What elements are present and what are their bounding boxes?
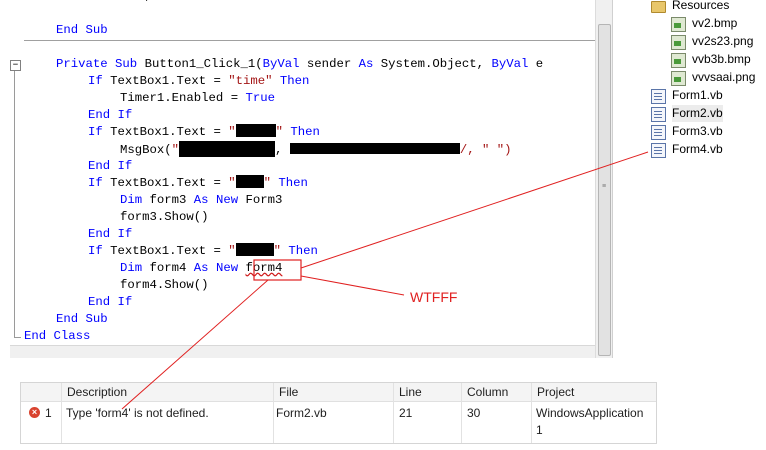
column-separator <box>61 383 62 443</box>
redaction <box>289 143 460 154</box>
tree-item-label: Form3.vb <box>672 124 723 138</box>
outline-end <box>14 337 21 338</box>
image-file-icon <box>671 53 686 68</box>
editor-margin <box>0 0 12 358</box>
vb-form-icon <box>651 107 666 122</box>
column-separator <box>531 383 532 443</box>
tree-item-label: Form1.vb <box>672 88 723 102</box>
tree-item-label: vv2.bmp <box>692 16 738 30</box>
code-line-if-time: If TextBox1.Text = "time" Then <box>88 74 310 88</box>
tree-item-label: Resources <box>672 0 730 12</box>
folder-icon <box>651 1 666 13</box>
method-separator <box>24 40 595 41</box>
grip-icon: ≡ <box>602 183 607 190</box>
code-line-end-if-3: End If <box>88 227 133 241</box>
code-line-form3-show: form3.Show() <box>120 210 209 224</box>
code-line-dim-form3: Dim form3 As New Form3 <box>120 193 283 207</box>
error-project-line1: WindowsApplication <box>536 406 644 420</box>
column-header-column[interactable]: Column <box>467 383 508 401</box>
annotation-text: WTFFF <box>410 289 458 305</box>
vb-form-icon <box>651 89 666 104</box>
column-header-project[interactable]: Project <box>537 383 574 401</box>
column-separator <box>461 383 462 443</box>
error-line[interactable]: 21 <box>399 405 412 422</box>
error-list: Description File Line Column Project × 1… <box>20 382 657 444</box>
tree-item-label: Form2.vb <box>672 105 723 122</box>
horizontal-scrollbar[interactable] <box>10 345 595 358</box>
code-line-form4-show: form4.Show() <box>120 278 209 292</box>
code-line-partial: , <box>56 0 240 5</box>
error-description[interactable]: Type 'form4' is not defined. <box>66 405 209 422</box>
collapse-icon[interactable]: − <box>10 60 21 71</box>
image-file-icon <box>671 17 686 32</box>
code-line-end-sub-2: End Sub <box>56 312 108 326</box>
error-file[interactable]: Form2.vb <box>276 405 327 422</box>
code-line-msgbox: MsgBox(", /, " ") <box>120 141 512 157</box>
pane-divider[interactable] <box>612 0 621 358</box>
solution-explorer: Resources vv2.bmp vv2s23.png vvb3b.bmp v… <box>621 0 766 165</box>
code-editor[interactable]: , End Sub − Private Sub Button1_Click_1(… <box>0 0 595 358</box>
code-line-if-redacted-1: If TextBox1.Text = " " Then <box>88 124 320 139</box>
column-header-file[interactable]: File <box>279 383 298 401</box>
code-line-dim-form4: Dim form4 As New form4 <box>120 261 283 275</box>
redaction <box>179 141 276 157</box>
code-line-timer: Timer1.Enabled = True <box>120 91 275 105</box>
column-separator <box>273 383 274 443</box>
outline-line <box>14 71 15 337</box>
code-line-if-redacted-3: If TextBox1.Text = " " Then <box>88 243 318 258</box>
tree-item-label: vv2s23.png <box>692 34 754 48</box>
undefined-type-form4[interactable]: form4 <box>245 261 282 275</box>
code-line-end-if-4: End If <box>88 295 133 309</box>
scrollbar-thumb[interactable]: ≡ <box>598 24 611 356</box>
code-line-end-class: End Class <box>24 329 91 343</box>
tree-item-label: vvb3b.bmp <box>692 52 751 66</box>
vertical-scrollbar[interactable]: ≡ <box>595 0 613 358</box>
error-column[interactable]: 30 <box>467 405 480 422</box>
column-header-line[interactable]: Line <box>399 383 422 401</box>
column-separator <box>393 383 394 443</box>
error-icon: × <box>29 407 40 418</box>
error-project-line2: 1 <box>536 423 543 437</box>
error-index: 1 <box>45 406 52 420</box>
code-line-if-redacted-2: If TextBox1.Text = " " Then <box>88 175 308 190</box>
vb-form-icon <box>651 125 666 140</box>
redaction <box>235 243 274 256</box>
image-file-icon <box>671 71 686 86</box>
tree-item-label: Form4.vb <box>672 142 723 156</box>
code-line-end-if-2: End If <box>88 159 133 173</box>
error-project[interactable]: WindowsApplication 1 <box>536 405 643 439</box>
redaction <box>235 124 276 137</box>
image-file-icon <box>671 35 686 50</box>
code-line-end-if-1: End If <box>88 108 133 122</box>
redaction <box>235 175 264 188</box>
code-line-end-sub: End Sub <box>56 23 108 37</box>
tree-item-label: vvvsaai.png <box>692 70 756 84</box>
column-header-description[interactable]: Description <box>67 383 127 401</box>
vb-form-icon <box>651 143 666 158</box>
code-line-sub-signature: Private Sub Button1_Click_1(ByVal sender… <box>56 57 551 71</box>
